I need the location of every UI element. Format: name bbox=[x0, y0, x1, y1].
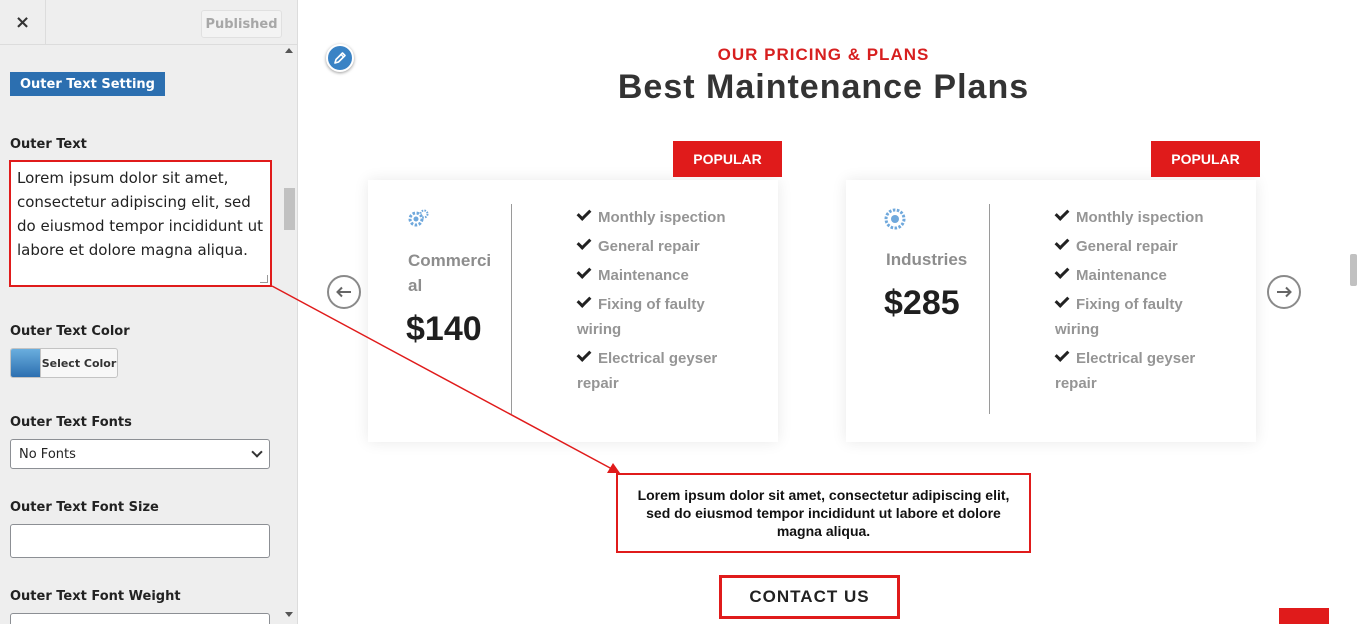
arrow-right-icon[interactable] bbox=[1267, 275, 1301, 309]
outer-text-content: Lorem ipsum dolor sit amet, consectetur … bbox=[637, 487, 1010, 539]
color-swatch bbox=[11, 349, 41, 377]
feature-item: Maintenance bbox=[576, 263, 747, 288]
plan-name-line1: Industries bbox=[886, 250, 968, 269]
back-to-top-button[interactable] bbox=[1279, 608, 1329, 624]
outer-text-value: Lorem ipsum dolor sit amet, consectetur … bbox=[17, 169, 263, 259]
plan-price: $285 bbox=[884, 284, 960, 322]
page-title: Best Maintenance Plans bbox=[617, 68, 1030, 106]
panel-header: × Published bbox=[0, 0, 297, 45]
plan-name: Commerci al bbox=[408, 248, 491, 298]
check-icon bbox=[1054, 264, 1070, 279]
check-icon bbox=[576, 347, 592, 362]
card-divider bbox=[989, 204, 990, 414]
check-icon bbox=[1054, 347, 1070, 362]
outer-text-fonts-value: No Fonts bbox=[19, 446, 76, 462]
resize-handle[interactable] bbox=[260, 275, 268, 283]
outer-text-fonts-select[interactable]: No Fonts bbox=[10, 439, 270, 469]
check-icon bbox=[576, 264, 592, 279]
section-subtitle: OUR PRICING & PLANS bbox=[717, 45, 930, 64]
outer-text-font-weight-label: Outer Text Font Weight bbox=[10, 589, 181, 604]
popular-badge: POPULAR bbox=[1151, 141, 1260, 177]
chevron-down-icon bbox=[251, 446, 263, 458]
pricing-card-commercial: Commerci al $140 Monthly ispection Gener… bbox=[368, 180, 778, 442]
card-divider bbox=[511, 204, 512, 414]
outer-text-fonts-label: Outer Text Fonts bbox=[10, 415, 132, 430]
preview-scrollbar-thumb[interactable] bbox=[1350, 254, 1357, 286]
select-color-button[interactable]: Select Color bbox=[10, 348, 118, 378]
check-icon bbox=[576, 206, 592, 221]
feature-item: Monthly ispection bbox=[576, 205, 747, 230]
outer-text-font-size-label: Outer Text Font Size bbox=[10, 500, 159, 515]
panel-scrollbar[interactable] bbox=[282, 45, 297, 624]
check-icon bbox=[576, 235, 592, 250]
plan-price: $140 bbox=[406, 310, 482, 348]
outer-text-font-size-input[interactable] bbox=[10, 524, 270, 558]
contact-us-button[interactable]: CONTACT US bbox=[719, 575, 900, 619]
select-color-label: Select Color bbox=[41, 356, 117, 370]
feature-item: Maintenance bbox=[1054, 263, 1225, 288]
plan-name-line2: al bbox=[408, 276, 423, 295]
pricing-card-industries: Industries $285 Monthly ispection Genera… bbox=[846, 180, 1256, 442]
check-icon bbox=[576, 293, 592, 308]
close-icon: × bbox=[14, 12, 31, 33]
outer-text-font-weight-select[interactable] bbox=[10, 613, 270, 624]
feature-item: Electrical geyser repair bbox=[576, 346, 747, 396]
scrollbar-thumb[interactable] bbox=[284, 188, 295, 230]
outer-text-label: Outer Text bbox=[10, 137, 87, 152]
feature-list: Monthly ispection General repair Mainten… bbox=[576, 205, 747, 400]
arrow-left-icon[interactable] bbox=[327, 275, 361, 309]
outer-text-display: Lorem ipsum dolor sit amet, consectetur … bbox=[616, 473, 1031, 553]
plan-name: Industries bbox=[886, 247, 967, 272]
feature-item: Monthly ispection bbox=[1054, 205, 1225, 230]
check-icon bbox=[1054, 206, 1070, 221]
feature-item: Electrical geyser repair bbox=[1054, 346, 1225, 396]
feature-item: General repair bbox=[576, 234, 747, 259]
popular-badge: POPULAR bbox=[673, 141, 782, 177]
scroll-down-arrow-icon[interactable] bbox=[285, 612, 293, 617]
close-button[interactable]: × bbox=[0, 0, 46, 45]
feature-list: Monthly ispection General repair Mainten… bbox=[1054, 205, 1225, 400]
check-icon bbox=[1054, 235, 1070, 250]
gear-icon bbox=[406, 208, 430, 235]
publish-button[interactable]: Published bbox=[201, 10, 282, 38]
gear-icon bbox=[884, 208, 908, 235]
feature-item: Fixing of faulty wiring bbox=[576, 292, 747, 342]
feature-item: General repair bbox=[1054, 234, 1225, 259]
plan-name-line1: Commerci bbox=[408, 251, 492, 270]
check-icon bbox=[1054, 293, 1070, 308]
outer-text-textarea[interactable]: Lorem ipsum dolor sit amet, consectetur … bbox=[9, 160, 272, 287]
outer-text-color-label: Outer Text Color bbox=[10, 324, 130, 339]
feature-item: Fixing of faulty wiring bbox=[1054, 292, 1225, 342]
